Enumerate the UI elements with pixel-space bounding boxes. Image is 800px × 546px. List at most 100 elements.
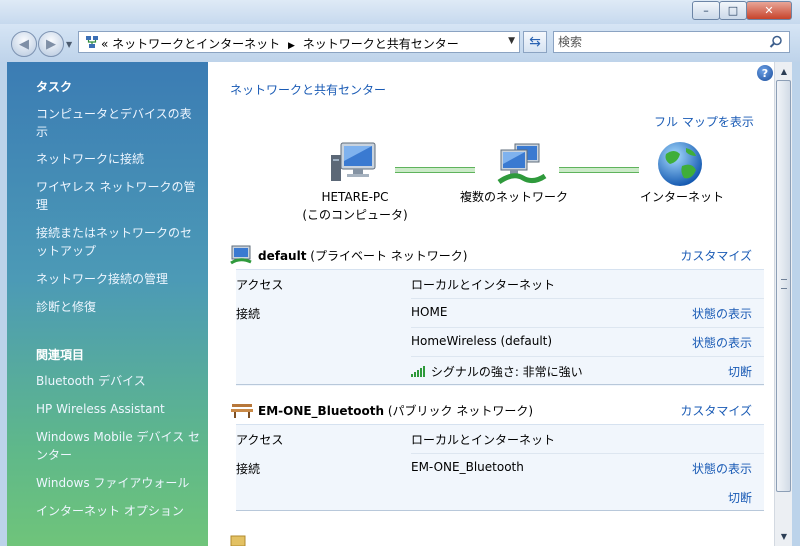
customize-link[interactable]: カスタマイズ [680,247,752,264]
network-header-default: default (プライベート ネットワーク) カスタマイズ [230,244,752,266]
view-status-link[interactable]: 状態の表示 [692,460,752,477]
connection-row: 接続 EM-ONE_Bluetooth 状態の表示 [236,454,764,483]
network-name: default (プライベート ネットワーク) [258,247,467,264]
sidebar-item-mobile-device-center[interactable]: Windows Mobile デバイス センター [36,428,202,464]
forward-arrow-icon: ▶ [46,36,56,52]
sidebar-item-connect[interactable]: ネットワークに接続 [36,150,202,168]
recent-pages-dropdown-icon[interactable]: ▼ [66,40,72,49]
network-name: EM-ONE_Bluetooth (パブリック ネットワーク) [258,402,533,419]
network-header-em-one: EM-ONE_Bluetooth (パブリック ネットワーク) カスタマイズ [230,399,752,421]
internet-label: インターネット [639,190,724,204]
view-full-map-link[interactable]: フル マップを表示 [654,113,754,130]
maximize-button[interactable]: □ [719,1,747,20]
network-name-text: EM-ONE_Bluetooth [258,404,385,418]
signal-strength: シグナルの強さ: 非常に強い [411,363,583,380]
public-network-bench-icon [231,404,253,418]
computer-subtitle: (このコンピュータ) [302,208,408,222]
access-value: ローカルとインターネット [411,433,556,447]
help-icon[interactable]: ? [757,65,773,81]
maximize-icon: □ [727,4,739,17]
breadcrumb: « ネットワークとインターネット ▶ ネットワークと共有センター [101,35,459,52]
minimize-button[interactable]: – [692,1,720,20]
view-status-link[interactable]: 状態の表示 [692,334,752,351]
breadcrumb-sharing-center[interactable]: ネットワークと共有センター [303,37,459,51]
sidebar-item-internet-options[interactable]: インターネット オプション [36,502,202,520]
breadcrumb-network-internet[interactable]: « ネットワークとインターネット [101,37,280,51]
access-row: アクセス ローカルとインターネット [236,425,764,454]
connection-row: 接続 HOME 状態の表示 [236,299,764,328]
disconnect-link[interactable]: 切断 [728,489,752,506]
tasks-heading: タスク [36,80,73,94]
scroll-up-icon[interactable]: ▲ [776,63,792,79]
network-folder-icon [86,36,98,48]
scrollbar-grip [781,279,787,289]
network-details-default: アクセス ローカルとインターネット 接続 HOME 状態の表示 HomeWire… [236,269,764,386]
close-button[interactable]: ✕ [746,1,792,20]
signal-row: シグナルの強さ: 非常に強い 切断 [236,357,764,386]
sidebar-item-firewall[interactable]: Windows ファイアウォール [36,474,202,492]
section-divider [236,510,764,511]
minimize-icon: – [703,4,709,17]
refresh-button[interactable]: ⇆ [523,31,547,53]
multiple-networks-icon [497,143,547,185]
search-box [553,31,790,53]
sidebar-item-view-computers[interactable]: コンピュータとデバイスの表示 [36,105,202,141]
network-details-em-one: アクセス ローカルとインターネット 接続 EM-ONE_Bluetooth 状態… [236,424,764,511]
task-pane: タスク コンピュータとデバイスの表示 ネットワークに接続 ワイヤレス ネットワー… [7,62,208,546]
multiple-networks-label: 複数のネットワーク [459,190,568,204]
folder-icon [230,535,246,546]
window-controls: – □ ✕ [692,1,792,20]
sidebar-item-hp-wireless[interactable]: HP Wireless Assistant [36,400,202,418]
computer-icon [331,142,376,181]
search-icon[interactable] [769,35,783,49]
sidebar-item-diagnose-repair[interactable]: 診断と修復 [36,298,202,316]
connection-name: HOME [411,305,448,319]
internet-globe-icon [658,142,702,186]
window-frame [792,62,800,546]
title-bar: – □ ✕ [0,0,800,24]
network-type: (パブリック ネットワーク) [387,404,534,418]
access-label: アクセス [236,433,284,447]
view-status-link[interactable]: 状態の表示 [692,305,752,322]
customize-link[interactable]: カスタマイズ [680,402,752,419]
page-title: ネットワークと共有センター [230,83,387,97]
refresh-icon: ⇆ [529,34,541,50]
private-network-icon [230,245,252,265]
sidebar-item-setup-connection[interactable]: 接続またはネットワークのセットアップ [36,224,202,260]
address-dropdown-icon[interactable]: ▼ [508,36,515,46]
connection-row: HomeWireless (default) 状態の表示 [236,328,764,357]
computer-node-label: HETARE-PC (このコンピュータ) [290,188,420,224]
access-label: アクセス [236,278,284,292]
connection-label: 接続 [236,462,261,476]
connection-name: EM-ONE_Bluetooth [411,460,524,474]
sidebar-item-manage-wireless[interactable]: ワイヤレス ネットワークの管理 [36,178,202,214]
connection-line [395,167,475,173]
vertical-scrollbar[interactable]: ▲ ▼ [774,62,793,546]
breadcrumb-separator-icon: ▶ [288,41,295,51]
forward-button[interactable]: ▶ [38,31,64,57]
main-content: ? ネットワークと共有センター フル マップを表示 HETARE-PC (このコ… [208,62,774,546]
network-sharing-center-window: – □ ✕ ◀ ▶ ▼ « ネットワークとインターネット ▶ ネットワークと共有… [0,0,800,546]
network-type: (プライベート ネットワーク) [310,249,468,263]
disconnect-row: 切断 [236,483,764,512]
back-arrow-icon: ◀ [19,36,29,52]
section-divider [236,384,764,385]
signal-strength-icon [411,366,425,377]
back-button[interactable]: ◀ [11,31,37,57]
sidebar-item-bluetooth[interactable]: Bluetooth デバイス [36,372,202,390]
connection-name: HomeWireless (default) [411,334,553,348]
signal-strength-text: シグナルの強さ: 非常に強い [430,365,583,379]
scrollbar-thumb[interactable] [776,80,791,492]
disconnect-link[interactable]: 切断 [728,363,752,380]
search-input[interactable] [558,34,758,50]
computer-name: HETARE-PC [321,190,389,204]
sidebar-item-manage-connections[interactable]: ネットワーク接続の管理 [36,270,202,288]
related-heading: 関連項目 [36,348,85,362]
connection-label: 接続 [236,307,261,321]
connection-line [559,167,639,173]
scroll-down-icon[interactable]: ▼ [776,528,792,544]
close-icon: ✕ [764,4,774,17]
access-row: アクセス ローカルとインターネット [236,270,764,299]
access-value: ローカルとインターネット [411,278,556,292]
address-bar[interactable]: « ネットワークとインターネット ▶ ネットワークと共有センター ▼ [78,31,520,53]
